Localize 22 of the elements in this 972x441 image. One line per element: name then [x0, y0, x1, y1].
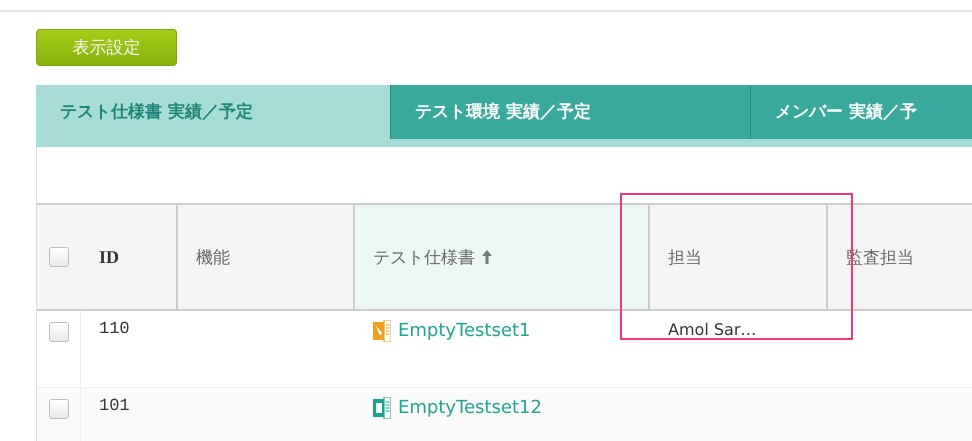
testset-link[interactable]: EmptyTestset12	[398, 397, 542, 418]
display-settings-button[interactable]: 表示設定	[36, 29, 177, 66]
column-label: 機能	[196, 246, 230, 268]
row-checkbox[interactable]	[48, 399, 68, 419]
column-header[interactable]: 担当	[650, 205, 828, 309]
column-header[interactable]: ID	[81, 205, 178, 309]
column-header[interactable]: テスト仕様書	[355, 205, 650, 309]
tab[interactable]: メンバー 実績／予	[750, 85, 972, 139]
testset-link[interactable]: EmptyTestset1	[398, 320, 530, 341]
document-pencil-icon	[373, 320, 391, 342]
table-cell: 101	[99, 397, 130, 416]
tab[interactable]: テスト環境 実績／予定	[390, 85, 750, 139]
row-checkbox[interactable]	[48, 322, 68, 342]
column-label: 担当	[668, 246, 702, 268]
column-label: テスト仕様書	[373, 246, 475, 268]
select-all-checkbox[interactable]	[49, 247, 69, 267]
sort-arrow-icon	[481, 249, 493, 265]
table-cell: Amol Sar…	[668, 320, 756, 339]
tab[interactable]: テスト仕様書 実績／予定	[36, 85, 390, 139]
column-label: ID	[99, 246, 120, 268]
table-cell: 110	[99, 320, 130, 339]
document-icon	[373, 397, 391, 419]
